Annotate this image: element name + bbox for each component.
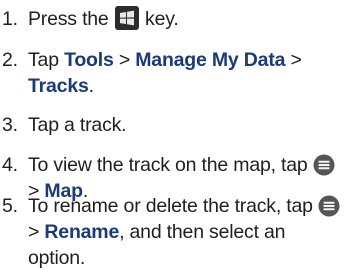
step-text: To rename or delete the track, tap > Ren… bbox=[28, 193, 343, 271]
step-text-part: Press the bbox=[28, 8, 109, 30]
step-text-part: key. bbox=[145, 8, 179, 30]
step-text: Tap a track. bbox=[28, 114, 127, 136]
step-number: 3. bbox=[2, 114, 18, 136]
keyword-tracks: Tracks bbox=[28, 75, 89, 97]
step-text-part: . bbox=[88, 75, 94, 97]
step-text-part: To view the track on the map, tap bbox=[28, 154, 308, 176]
step-number: 4. bbox=[2, 154, 18, 176]
step-text-part: To rename or delete the track, tap bbox=[28, 195, 313, 217]
step-number: 5. bbox=[2, 195, 18, 217]
step-text: Press the key. bbox=[28, 6, 343, 32]
menu-key-icon bbox=[318, 195, 340, 217]
step-text: Tap Tools > Manage My Data > Tracks. bbox=[28, 47, 343, 99]
separator: > bbox=[290, 49, 302, 71]
keyword-manage-my-data: Manage My Data bbox=[135, 49, 286, 71]
windows-start-key-icon bbox=[114, 6, 139, 30]
keyword-rename: Rename bbox=[44, 221, 120, 243]
separator: > bbox=[28, 221, 40, 243]
keyword-tools: Tools bbox=[64, 49, 114, 71]
menu-key-icon bbox=[313, 154, 335, 176]
step-text-part: Tap bbox=[28, 49, 59, 71]
step-number: 1. bbox=[2, 8, 18, 30]
separator: > bbox=[118, 49, 131, 71]
step-number: 2. bbox=[2, 49, 18, 71]
